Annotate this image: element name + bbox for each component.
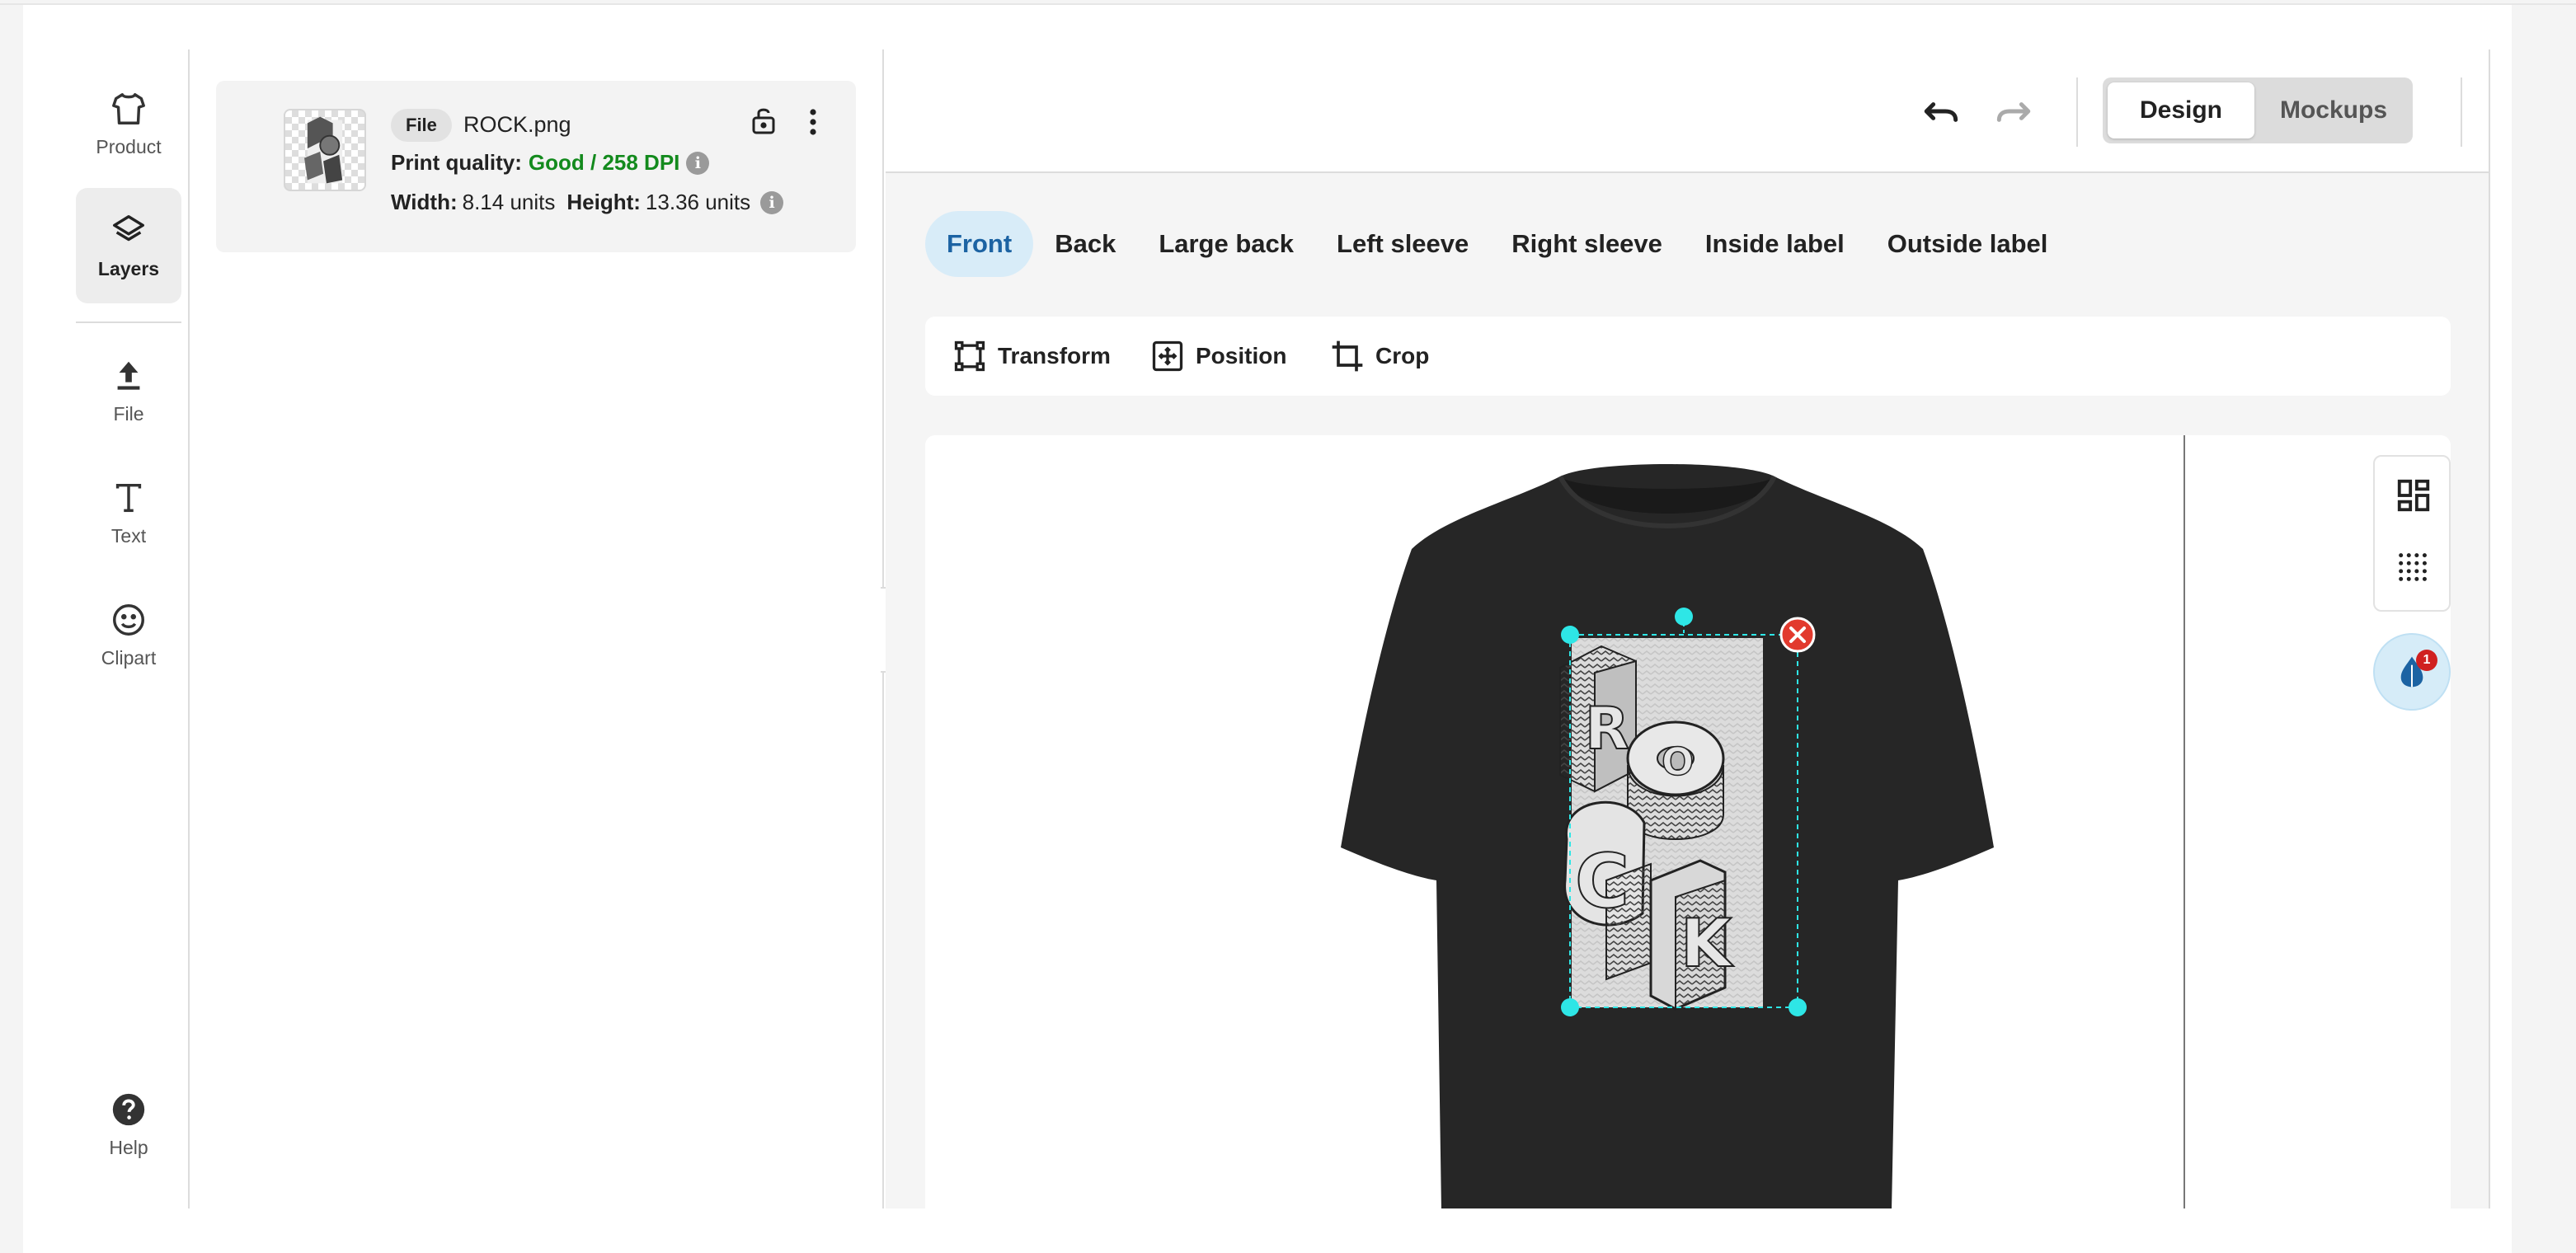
layers-panel: File ROCK.png Print quality: Good / 258 … <box>191 49 884 1208</box>
design-toggle[interactable]: Design <box>2108 82 2254 138</box>
delete-layer-icon[interactable] <box>1779 617 1816 653</box>
crop-label: Crop <box>1375 343 1430 368</box>
text-icon <box>115 483 142 512</box>
resize-handle[interactable] <box>1561 998 1579 1016</box>
print-quality-label: Print quality: <box>391 150 522 175</box>
notification-count: 1 <box>2416 650 2437 671</box>
layer-type-badge: File <box>391 109 452 142</box>
tab-left-sleeve[interactable]: Left sleeve <box>1315 211 1490 277</box>
print-quality-row: Print quality: Good / 258 DPI i <box>391 150 710 176</box>
rail-item-product[interactable]: Product <box>76 66 181 181</box>
rail-divider <box>76 321 181 323</box>
help-icon <box>112 1093 145 1125</box>
rail-item-help[interactable]: Help <box>76 1067 181 1182</box>
rail-label-help: Help <box>109 1136 148 1158</box>
tshirt-mockup: R O C K <box>1341 464 1994 1208</box>
info-icon[interactable]: i <box>760 190 784 214</box>
rail-item-layers[interactable]: Layers <box>76 188 181 303</box>
rail-label-clipart: Clipart <box>101 646 157 669</box>
color-check-button[interactable]: 1 <box>2373 633 2451 711</box>
mockups-toggle[interactable]: Mockups <box>2259 82 2408 138</box>
width-label: Width: <box>391 190 458 214</box>
top-toolbar: Design Mockups <box>886 49 2489 173</box>
layers-icon <box>113 214 144 241</box>
undo-icon[interactable] <box>1920 91 1964 132</box>
rail-item-clipart[interactable]: Clipart <box>76 577 181 692</box>
transform-button[interactable]: Transform <box>952 336 1111 376</box>
resize-handle[interactable] <box>1789 998 1807 1016</box>
smiley-icon <box>113 603 144 636</box>
app-frame: Product Layers File Text Clipart Help Fi… <box>23 5 2512 1253</box>
rail-label-product: Product <box>96 135 162 157</box>
resize-handle[interactable] <box>1561 626 1579 644</box>
rock-letter-o: O <box>1662 739 1694 784</box>
design-canvas[interactable]: R O C K 1 <box>925 435 2451 1208</box>
transform-icon <box>954 340 985 372</box>
crop-icon <box>1332 340 1363 372</box>
rail-label-text: Text <box>110 524 147 547</box>
rotate-handle[interactable] <box>1675 608 1693 626</box>
height-value: 13.36 units <box>645 190 751 214</box>
tab-outside-label[interactable]: Outside label <box>1866 211 2070 277</box>
transform-toolbar: Transform Position Crop <box>925 317 2451 396</box>
tab-inside-label[interactable]: Inside label <box>1684 211 1866 277</box>
rock-letter-c: C <box>1575 838 1629 925</box>
dimensions-row: Width: 8.14 units Height: 13.36 units i <box>391 190 784 215</box>
rail-item-text[interactable]: Text <box>76 455 181 570</box>
upload-icon <box>117 361 140 390</box>
width-value: 8.14 units <box>462 190 556 214</box>
rail-item-file[interactable]: File <box>76 333 181 448</box>
position-button[interactable]: Position <box>1149 336 1286 376</box>
info-icon[interactable]: i <box>686 151 710 175</box>
dotted-grid-icon[interactable] <box>2395 549 2433 587</box>
height-label: Height: <box>566 190 641 214</box>
rail-label-file: File <box>113 402 144 425</box>
print-quality-value: Good / 258 DPI <box>528 150 680 175</box>
rock-letter-k: K <box>1681 905 1734 982</box>
layer-filename: ROCK.png <box>463 112 571 137</box>
rail-label-layers: Layers <box>97 257 160 279</box>
layer-item[interactable]: File ROCK.png Print quality: Good / 258 … <box>216 81 856 252</box>
rock-letter-r: R <box>1585 695 1629 763</box>
placement-tabs: Front Back Large back Left sleeve Right … <box>925 211 2069 277</box>
tab-back[interactable]: Back <box>1033 211 1137 277</box>
tshirt-icon <box>112 92 145 124</box>
rock-thumbnail-graphic <box>304 116 343 184</box>
tool-rail: Product Layers File Text Clipart Help <box>23 49 190 1208</box>
redo-icon[interactable] <box>1991 91 2035 132</box>
more-options-icon[interactable] <box>806 107 820 137</box>
layout-grid-icon[interactable] <box>2395 476 2433 514</box>
tab-large-back[interactable]: Large back <box>1137 211 1315 277</box>
tab-front[interactable]: Front <box>925 211 1034 277</box>
position-label: Position <box>1196 343 1287 368</box>
toolbar-divider <box>2076 77 2078 147</box>
view-switcher: Design Mockups <box>2103 77 2413 143</box>
unlock-icon[interactable] <box>749 104 778 137</box>
position-icon <box>1152 340 1183 372</box>
layer-thumbnail <box>284 109 366 191</box>
canvas-guide-line <box>2183 435 2185 1208</box>
tab-right-sleeve[interactable]: Right sleeve <box>1490 211 1684 277</box>
canvas-side-tools <box>2373 455 2451 612</box>
editor-main: Design Mockups Front Back Large back Lef… <box>886 49 2490 1208</box>
crop-button[interactable]: Crop <box>1329 336 1429 376</box>
toolbar-divider <box>2461 77 2462 147</box>
transform-label: Transform <box>998 343 1111 368</box>
